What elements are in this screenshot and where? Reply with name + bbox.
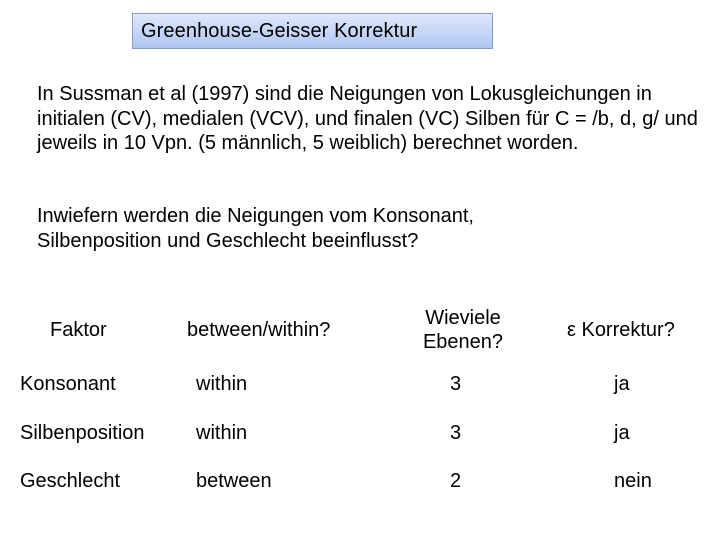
row-ebenen: 3 bbox=[450, 422, 462, 444]
row-faktor: Geschlecht bbox=[20, 470, 121, 492]
row-korrektur: ja bbox=[614, 373, 630, 395]
header-faktor: Faktor bbox=[50, 319, 107, 341]
row-between-within: between bbox=[196, 470, 272, 492]
row-between-within: within bbox=[196, 373, 248, 395]
row-ebenen: 2 bbox=[450, 470, 462, 492]
slide-title-box: Greenhouse-Geisser Korrektur bbox=[132, 13, 493, 49]
row-ebenen: 3 bbox=[450, 373, 462, 395]
header-between-within: between/within? bbox=[187, 319, 331, 341]
slide-title: Greenhouse-Geisser Korrektur bbox=[141, 19, 418, 42]
row-between-within: within bbox=[196, 422, 248, 444]
header-ebenen: Wieviele Ebenen? bbox=[414, 306, 512, 354]
row-korrektur: nein bbox=[614, 470, 652, 492]
row-faktor: Silbenposition bbox=[20, 422, 145, 444]
header-epsilon-korrektur: ε Korrektur? bbox=[567, 319, 675, 341]
header-ebenen-line1: Wieviele bbox=[425, 307, 501, 329]
header-ebenen-line2: Ebenen? bbox=[422, 331, 504, 353]
row-faktor: Konsonant bbox=[20, 373, 116, 395]
question-paragraph: Inwiefern werden die Neigungen vom Konso… bbox=[37, 205, 474, 252]
row-korrektur: ja bbox=[614, 422, 630, 444]
intro-paragraph: In Sussman et al (1997) sind die Neigung… bbox=[37, 83, 698, 154]
